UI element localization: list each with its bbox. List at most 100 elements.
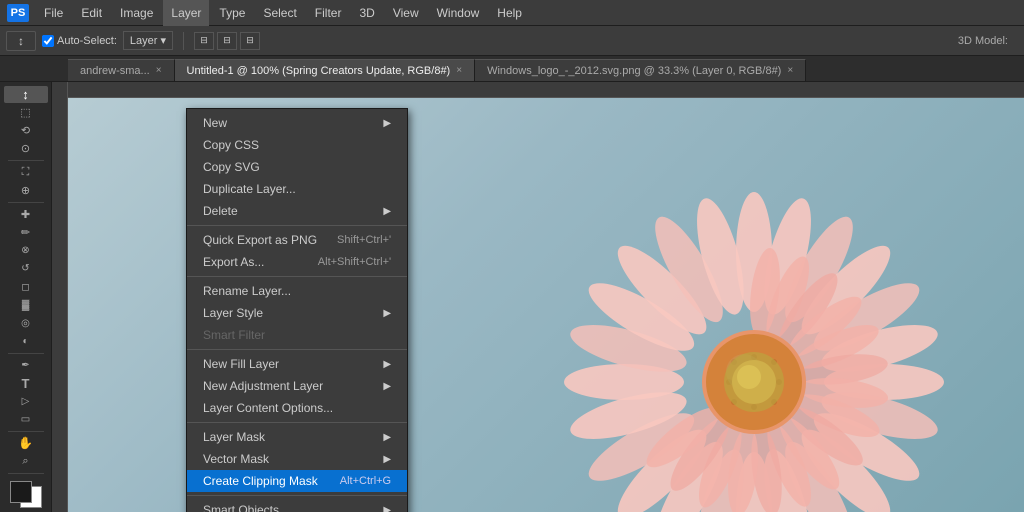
menu-section-4: New Fill Layer ▶ New Adjustment Layer ▶ … <box>187 350 407 423</box>
menu-item-export-as-shortcut: Alt+Shift+Ctrl+' <box>318 256 391 268</box>
menu-item-layer-content-options[interactable]: Layer Content Options... <box>187 397 407 419</box>
menu-item-rename-layer-label: Rename Layer... <box>203 284 291 298</box>
tab-andrew[interactable]: andrew-sma... × <box>68 59 175 81</box>
menu-item-duplicate-layer-label: Duplicate Layer... <box>203 182 296 196</box>
menu-layer[interactable]: Layer <box>163 0 209 26</box>
zoom-btn[interactable]: ⌕ <box>4 453 48 470</box>
menu-item-vector-mask-arrow: ▶ <box>383 454 391 465</box>
menu-item-quick-export[interactable]: Quick Export as PNG Shift+Ctrl+' <box>187 229 407 251</box>
path-btn[interactable]: ▷ <box>4 393 48 410</box>
menu-item-vector-mask-label: Vector Mask <box>203 452 269 466</box>
eyedropper-btn[interactable]: ⊕ <box>4 182 48 199</box>
menu-item-delete-label: Delete <box>203 204 238 218</box>
menu-item-vector-mask[interactable]: Vector Mask ▶ <box>187 448 407 470</box>
menu-item-delete[interactable]: Delete ▶ <box>187 200 407 222</box>
toolbar-divider-5 <box>8 473 44 474</box>
gradient-btn[interactable]: ▓ <box>4 297 48 314</box>
menu-section-6: Smart Objects ▶ Video Layers ▶ Rasterize… <box>187 496 407 512</box>
menu-section-1: New ▶ Copy CSS Copy SVG Duplicate Layer.… <box>187 109 407 226</box>
menu-file[interactable]: File <box>36 0 71 26</box>
menu-item-rename-layer[interactable]: Rename Layer... <box>187 280 407 302</box>
foreground-color-swatch[interactable] <box>10 481 32 503</box>
lasso-tool-btn[interactable]: ⟲ <box>4 122 48 139</box>
type-btn[interactable]: T <box>4 375 48 392</box>
menu-3d[interactable]: 3D <box>351 0 382 26</box>
hand-btn[interactable]: ✋ <box>4 435 48 452</box>
eraser-btn[interactable]: ◻ <box>4 279 48 296</box>
menu-item-new-label: New <box>203 116 227 130</box>
menu-item-new-fill-layer-label: New Fill Layer <box>203 357 279 371</box>
menu-help[interactable]: Help <box>489 0 530 26</box>
tab-windows-logo-close[interactable]: × <box>787 65 793 76</box>
brush-btn[interactable]: ✏ <box>4 224 48 241</box>
canvas-area: New ▶ Copy CSS Copy SVG Duplicate Layer.… <box>52 82 1024 512</box>
menu-item-export-as-label: Export As... <box>203 255 264 269</box>
crop-tool-btn[interactable]: ⛶ <box>4 164 48 181</box>
tab-bar: andrew-sma... × Untitled-1 @ 100% (Sprin… <box>0 56 1024 82</box>
dodge-btn[interactable]: ◐ <box>4 333 48 350</box>
menu-item-create-clipping-mask[interactable]: Create Clipping Mask Alt+Ctrl+G <box>187 470 407 492</box>
app-logo: PS <box>6 3 30 23</box>
menu-image[interactable]: Image <box>112 0 161 26</box>
menu-item-layer-style-label: Layer Style <box>203 306 263 320</box>
menu-item-new-adjustment-layer[interactable]: New Adjustment Layer ▶ <box>187 375 407 397</box>
menu-item-create-clipping-mask-label: Create Clipping Mask <box>203 474 318 488</box>
menu-item-delete-arrow: ▶ <box>383 206 391 217</box>
menu-view[interactable]: View <box>385 0 427 26</box>
align-right-btn[interactable]: ⊟ <box>240 32 260 50</box>
menu-filter[interactable]: Filter <box>307 0 350 26</box>
menu-item-smart-objects-label: Smart Objects <box>203 503 279 512</box>
tab-andrew-label: andrew-sma... <box>80 65 150 77</box>
color-swatches[interactable] <box>4 481 48 508</box>
divider <box>183 32 184 50</box>
menu-item-layer-style[interactable]: Layer Style ▶ <box>187 302 407 324</box>
stamp-btn[interactable]: ⊗ <box>4 242 48 259</box>
menu-window[interactable]: Window <box>429 0 488 26</box>
menu-item-copy-css-label: Copy CSS <box>203 138 259 152</box>
menu-item-layer-mask-arrow: ▶ <box>383 432 391 443</box>
healing-btn[interactable]: ✚ <box>4 206 48 223</box>
move-tool-icon[interactable]: ↕ <box>6 31 36 51</box>
history-btn[interactable]: ↺ <box>4 260 48 277</box>
align-center-btn[interactable]: ⊟ <box>217 32 237 50</box>
menu-select[interactable]: Select <box>255 0 304 26</box>
menu-type[interactable]: Type <box>211 0 253 26</box>
move-tool-btn[interactable]: ↕ <box>4 86 48 103</box>
menu-item-smart-objects[interactable]: Smart Objects ▶ <box>187 499 407 512</box>
tab-andrew-close[interactable]: × <box>156 65 162 76</box>
menu-item-smart-objects-arrow: ▶ <box>383 505 391 512</box>
3d-mode-label: 3D Model: <box>958 35 1008 47</box>
pen-btn[interactable]: ✒ <box>4 357 48 374</box>
menu-edit[interactable]: Edit <box>73 0 110 26</box>
shape-btn[interactable]: ▭ <box>4 411 48 428</box>
menu-item-copy-svg[interactable]: Copy SVG <box>187 156 407 178</box>
quick-select-btn[interactable]: ⊙ <box>4 140 48 157</box>
ps-logo: PS <box>7 4 29 22</box>
tab-untitled[interactable]: Untitled-1 @ 100% (Spring Creators Updat… <box>175 59 476 81</box>
menu-section-2: Quick Export as PNG Shift+Ctrl+' Export … <box>187 226 407 277</box>
menu-item-duplicate-layer[interactable]: Duplicate Layer... <box>187 178 407 200</box>
menu-item-copy-css[interactable]: Copy CSS <box>187 134 407 156</box>
menu-item-export-as[interactable]: Export As... Alt+Shift+Ctrl+' <box>187 251 407 273</box>
auto-select-dropdown[interactable]: Layer ▾ <box>123 31 173 50</box>
tab-untitled-close[interactable]: × <box>456 65 462 76</box>
menu-item-new[interactable]: New ▶ <box>187 112 407 134</box>
tab-windows-logo-label: Windows_logo_-_2012.svg.png @ 33.3% (Lay… <box>487 65 781 77</box>
auto-select-checkbox[interactable] <box>42 35 54 47</box>
menu-item-layer-mask-label: Layer Mask <box>203 430 265 444</box>
menu-item-copy-svg-label: Copy SVG <box>203 160 260 174</box>
toolbar-divider-1 <box>8 160 44 161</box>
main-area: ↕ ⬚ ⟲ ⊙ ⛶ ⊕ ✚ ✏ ⊗ ↺ ◻ ▓ ◎ ◐ ✒ T ▷ ▭ ✋ ⌕ <box>0 82 1024 512</box>
blur-btn[interactable]: ◎ <box>4 315 48 332</box>
align-left-btn[interactable]: ⊟ <box>194 32 214 50</box>
transform-options: ⊟ ⊟ ⊟ <box>194 32 260 50</box>
tab-untitled-label: Untitled-1 @ 100% (Spring Creators Updat… <box>187 65 451 77</box>
options-bar: ↕ Auto-Select: Layer ▾ ⊟ ⊟ ⊟ 3D Model: <box>0 26 1024 56</box>
menu-item-new-adjustment-layer-label: New Adjustment Layer <box>203 379 323 393</box>
auto-select-option: Auto-Select: <box>42 35 117 47</box>
menu-item-layer-mask[interactable]: Layer Mask ▶ <box>187 426 407 448</box>
menu-item-new-fill-layer[interactable]: New Fill Layer ▶ <box>187 353 407 375</box>
marquee-tool-btn[interactable]: ⬚ <box>4 104 48 121</box>
menu-item-new-adjustment-layer-arrow: ▶ <box>383 381 391 392</box>
tab-windows-logo[interactable]: Windows_logo_-_2012.svg.png @ 33.3% (Lay… <box>475 59 806 81</box>
